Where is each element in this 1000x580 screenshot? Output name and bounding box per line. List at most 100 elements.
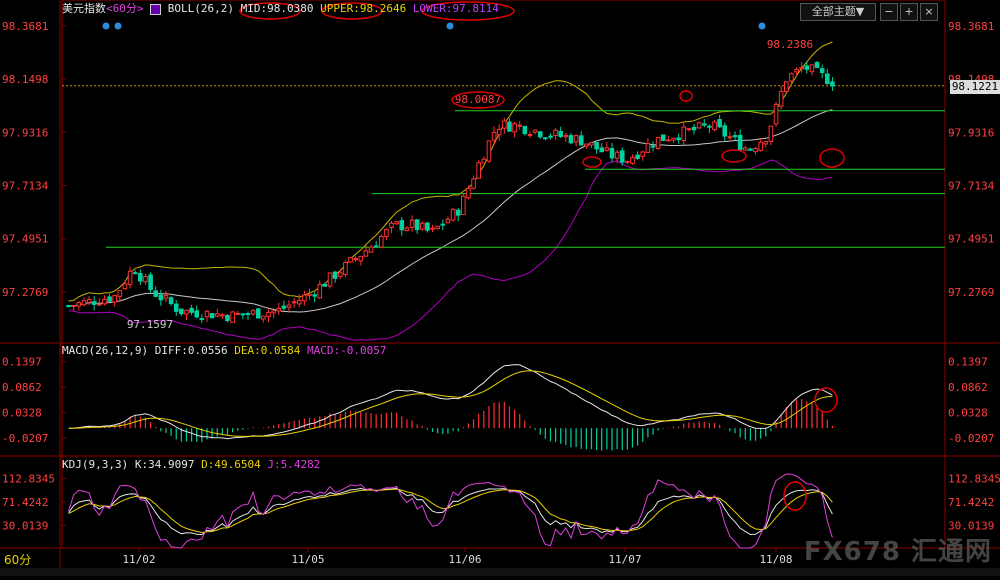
candle — [502, 120, 507, 129]
candle — [722, 125, 728, 137]
candle — [809, 64, 815, 73]
kdj-j: J:5.4282 — [267, 458, 321, 471]
candle — [358, 255, 364, 262]
candle — [189, 307, 194, 313]
candle — [143, 276, 148, 283]
candle — [496, 128, 502, 136]
price-annotation: 98.2386 — [767, 38, 813, 51]
candle — [686, 128, 692, 131]
macd-axis-tick-label: 0.1397 — [2, 356, 42, 369]
candle — [276, 307, 282, 312]
candle — [168, 297, 174, 305]
candle — [373, 245, 379, 248]
candle — [768, 125, 774, 142]
candle — [97, 303, 102, 306]
candle — [194, 310, 200, 318]
candle — [517, 124, 523, 127]
candle — [163, 294, 169, 299]
candle — [614, 151, 620, 159]
candle — [660, 134, 666, 141]
candle — [307, 293, 312, 296]
close-icon[interactable]: × — [920, 3, 938, 21]
kdj-axis-tick-label: 71.4242 — [948, 496, 994, 509]
candle — [707, 125, 712, 128]
candle — [476, 162, 481, 179]
candle — [343, 261, 348, 275]
candle — [389, 222, 394, 228]
candle — [701, 123, 707, 126]
kdj-axis-tick-label: 30.0139 — [2, 519, 48, 532]
candle — [717, 119, 722, 128]
candle — [261, 315, 266, 320]
macd-dea-line — [68, 370, 833, 437]
candle — [466, 187, 471, 199]
candle — [563, 135, 569, 138]
candle — [317, 284, 323, 299]
candle — [322, 284, 328, 287]
candle — [71, 304, 76, 307]
indicator-label: BOLL(26,2) — [167, 2, 234, 15]
candle — [737, 134, 743, 151]
candle — [348, 257, 353, 263]
event-dot — [114, 22, 122, 30]
price-axis-tick-label: 97.9316 — [2, 126, 48, 139]
candle — [414, 219, 420, 231]
price-axis-tick-label: 97.7134 — [948, 179, 995, 192]
candle — [91, 301, 97, 305]
period-label[interactable]: 60分 — [4, 551, 31, 568]
candle — [691, 126, 697, 131]
candle — [573, 135, 579, 143]
x-tick-label: 11/02 — [122, 553, 155, 566]
kdj-k: K:34.9097 — [134, 458, 195, 471]
chart-root: 98.368198.368198.149898.149897.931697.93… — [0, 0, 1000, 576]
candle — [727, 136, 733, 139]
event-dot — [102, 22, 110, 30]
candle — [430, 227, 435, 230]
upper-value: UPPER:98.2646 — [320, 2, 407, 15]
candle — [532, 129, 538, 133]
candle — [712, 121, 717, 131]
price-axis-tick-label: 98.3681 — [948, 20, 994, 33]
candle — [399, 220, 405, 231]
macd-macd: MACD:-0.0057 — [307, 344, 387, 357]
candle — [742, 147, 748, 151]
candle — [825, 73, 830, 85]
candle — [112, 295, 117, 303]
macd-axis-tick-label: 0.0862 — [948, 381, 988, 394]
candle — [353, 258, 358, 261]
candle — [471, 178, 476, 189]
candle — [409, 219, 415, 228]
kdj-name: KDJ(9,3,3) — [62, 458, 129, 471]
annotation-circle — [819, 148, 845, 168]
candle — [599, 147, 605, 153]
theme-select[interactable]: 全部主题▼ — [800, 3, 876, 21]
candle — [425, 222, 430, 231]
candle — [394, 221, 399, 225]
candle — [830, 81, 835, 87]
candle — [66, 305, 71, 308]
macd-header: MACD(26,12,9) DIFF:0.0556 DEA:0.0584 MAC… — [62, 344, 387, 358]
candle — [789, 73, 794, 82]
candle — [773, 103, 779, 125]
macd-name: MACD(26,12,9) — [62, 344, 149, 357]
candle — [266, 311, 271, 318]
macd-axis-tick-label: -0.0207 — [948, 432, 994, 445]
candle — [214, 313, 220, 317]
candle — [153, 290, 159, 297]
candle — [461, 195, 466, 216]
candle — [225, 315, 230, 322]
candle — [558, 130, 564, 137]
macd-axis-tick-label: 0.1397 — [948, 356, 988, 369]
kdj-j-line — [68, 473, 833, 549]
price-axis-tick-label: 97.2769 — [2, 286, 48, 299]
price-axis-tick-label: 98.1498 — [2, 73, 48, 86]
x-tick-label: 11/07 — [608, 553, 641, 566]
candle — [748, 148, 753, 151]
bottom-tab-bar[interactable] — [0, 568, 1000, 576]
macd-diff-line — [68, 364, 833, 440]
plus-icon[interactable]: + — [900, 3, 918, 21]
candle — [814, 61, 820, 69]
candle — [584, 143, 589, 147]
minus-icon[interactable]: − — [880, 3, 898, 21]
candle — [619, 150, 625, 163]
